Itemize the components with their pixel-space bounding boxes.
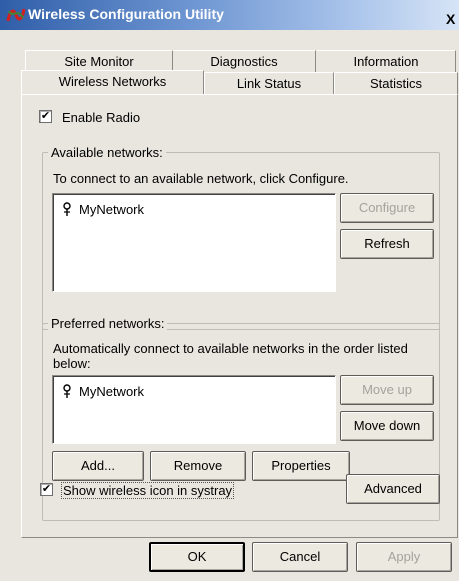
window-title: Wireless Configuration Utility [28, 6, 224, 22]
apply-button[interactable]: Apply [356, 542, 452, 572]
cancel-button[interactable]: Cancel [252, 542, 348, 572]
move-up-button[interactable]: Move up [340, 375, 434, 405]
available-networks-title: Available networks: [48, 145, 166, 160]
systray-checkbox[interactable]: ✔ [40, 483, 53, 496]
network-name: MyNetwork [79, 384, 145, 399]
title-bar[interactable]: Wireless Configuration Utility X [0, 0, 459, 30]
preferred-networks-list[interactable]: MyNetwork [52, 375, 336, 444]
enable-radio-label: Enable Radio [62, 110, 141, 125]
advanced-button[interactable]: Advanced [346, 474, 440, 504]
tab-site-monitor[interactable]: Site Monitor [25, 50, 173, 72]
list-item[interactable]: MyNetwork [61, 384, 144, 399]
configure-button[interactable]: Configure [340, 193, 434, 223]
remove-button[interactable]: Remove [150, 451, 246, 481]
tab-link-status[interactable]: Link Status [204, 72, 334, 94]
tab-information[interactable]: Information [317, 50, 456, 72]
enable-radio-checkbox[interactable]: ✔ [39, 110, 52, 123]
tab-diagnostics[interactable]: Diagnostics [173, 50, 316, 72]
add-button[interactable]: Add... [52, 451, 144, 481]
move-down-button[interactable]: Move down [340, 411, 434, 441]
tab-statistics[interactable]: Statistics [334, 72, 458, 94]
systray-label: Show wireless icon in systray [61, 482, 235, 499]
ok-button[interactable]: OK [149, 542, 245, 572]
preferred-instruction-line2: below: [53, 356, 91, 371]
available-networks-list[interactable]: MyNetwork [52, 193, 336, 292]
properties-button[interactable]: Properties [252, 451, 350, 481]
tab-panel: ✔ Enable Radio Available networks: To co… [21, 94, 458, 538]
preferred-instruction-line1: Automatically connect to available netwo… [53, 341, 408, 356]
dialog-body: Site Monitor Diagnostics Information Wir… [0, 30, 459, 581]
antenna-icon [63, 384, 71, 398]
network-name: MyNetwork [79, 202, 145, 217]
refresh-button[interactable]: Refresh [340, 229, 434, 259]
app-logo-icon [6, 8, 26, 22]
tab-wireless-networks[interactable]: Wireless Networks [21, 70, 204, 96]
preferred-networks-title: Preferred networks: [48, 316, 168, 331]
antenna-icon [63, 202, 71, 216]
list-item[interactable]: MyNetwork [61, 202, 144, 217]
close-icon[interactable]: X [446, 11, 455, 27]
available-instruction: To connect to an available network, clic… [53, 171, 349, 186]
